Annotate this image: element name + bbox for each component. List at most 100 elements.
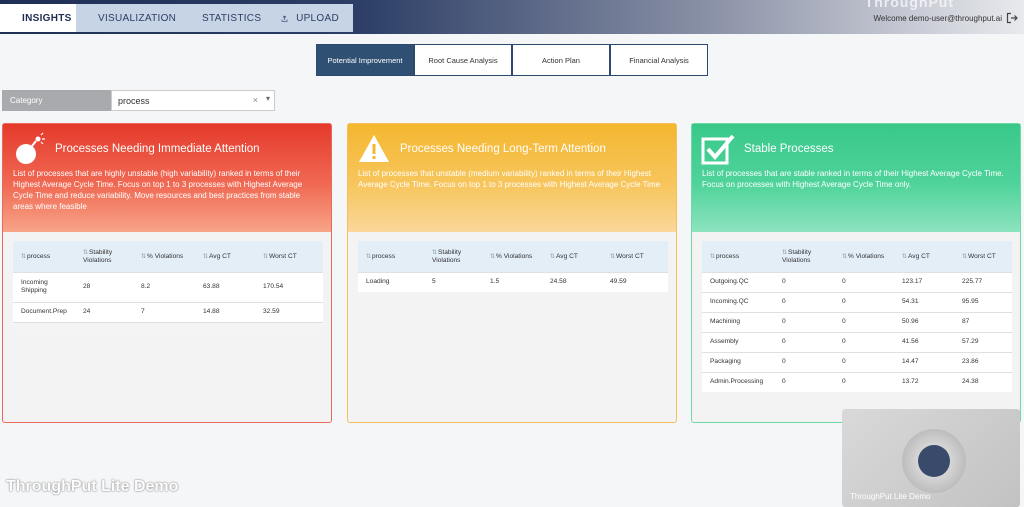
column-header[interactable]: ⇅% Violations <box>834 241 894 272</box>
video-overlay: ThroughPut Lite Demo <box>842 409 1020 507</box>
tab-label: INSIGHTS <box>22 12 72 24</box>
tab-upload[interactable]: UPLOAD <box>267 4 353 32</box>
stable-table: ⇅process ⇅Stability Violations ⇅% Violat… <box>702 241 1012 392</box>
cell-stability: 0 <box>774 311 834 332</box>
cell-avg-ct: 54.31 <box>894 291 954 312</box>
cell-pct: 0 <box>834 311 894 332</box>
cell-stability: 0 <box>774 351 834 372</box>
card-header: Processes Needing Immediate Attention Li… <box>3 124 331 232</box>
cell-stability: 0 <box>774 331 834 352</box>
card-title: Stable Processes <box>744 143 834 155</box>
cell-worst-ct: 225.77 <box>954 271 1012 292</box>
cell-worst-ct: 87 <box>954 311 1012 332</box>
cell-stability: 0 <box>774 371 834 392</box>
column-header[interactable]: ⇅Avg CT <box>195 241 255 272</box>
cell-worst-ct: 57.29 <box>954 331 1012 352</box>
card-stable-processes: Stable Processes List of processes that … <box>691 123 1021 423</box>
upload-icon <box>281 15 288 22</box>
subtab-financial-analysis[interactable]: Financial Analysis <box>610 44 708 76</box>
cell-pct: 0 <box>834 351 894 372</box>
cell-process: Machining <box>702 311 774 332</box>
cell-avg-ct: 14.47 <box>894 351 954 372</box>
checkbox-icon <box>701 134 735 165</box>
cell-pct: 8.2 <box>133 271 195 302</box>
column-header[interactable]: ⇅% Violations <box>133 241 195 272</box>
card-description: List of processes that unstable (medium … <box>358 169 661 189</box>
video-caption: ThroughPut Lite Demo <box>850 492 931 501</box>
demo-watermark: ThroughPut Lite Demo <box>6 478 179 495</box>
table-row[interactable]: Packaging 0 0 14.47 23.86 <box>702 351 1012 372</box>
tab-label: STATISTICS <box>202 12 262 24</box>
tab-statistics[interactable]: STATISTICS <box>180 4 267 32</box>
subtab-potential-improvement[interactable]: Potential Improvement <box>316 44 414 76</box>
tab-insights[interactable]: INSIGHTS <box>0 4 76 32</box>
category-value: process <box>118 95 150 106</box>
clear-icon[interactable]: × <box>253 95 258 105</box>
cell-pct: 0 <box>834 371 894 392</box>
cell-worst-ct: 170.54 <box>255 271 323 302</box>
brand-logo: ThroughPut <box>864 0 954 10</box>
cell-pct: 0 <box>834 331 894 352</box>
table-row[interactable]: Incoming Shipping 28 8.2 63.88 170.54 <box>13 271 323 302</box>
cell-process: Incoming Shipping <box>13 271 75 302</box>
tab-label: VISUALIZATION <box>98 12 177 24</box>
column-header[interactable]: ⇅Avg CT <box>894 241 954 272</box>
cell-process: Admin.Processing <box>702 371 774 392</box>
card-description: List of processes that are highly unstab… <box>13 169 303 211</box>
bomb-icon <box>16 132 45 164</box>
immediate-table: ⇅process ⇅Stability Violations ⇅% Violat… <box>13 241 323 334</box>
column-header[interactable]: ⇅Avg CT <box>542 241 602 272</box>
card-description: List of processes that are stable ranked… <box>702 169 1004 189</box>
tab-visualization[interactable]: VISUALIZATION <box>76 4 180 32</box>
logout-icon[interactable] <box>1006 12 1018 27</box>
card-header: Processes Needing Long-Term Attention Li… <box>348 124 676 232</box>
table-row[interactable]: Assembly 0 0 41.56 57.29 <box>702 331 1012 352</box>
column-header[interactable]: ⇅Stability Violations <box>424 241 482 272</box>
cell-worst-ct: 24.38 <box>954 371 1012 392</box>
longterm-table: ⇅process ⇅Stability Violations ⇅% Violat… <box>358 241 668 292</box>
cell-stability: 24 <box>75 301 133 322</box>
table-row[interactable]: Outgoing.QC 0 0 123.17 225.77 <box>702 271 1012 292</box>
column-header[interactable]: ⇅Stability Violations <box>774 241 834 272</box>
cell-pct: 0 <box>834 271 894 292</box>
cell-avg-ct: 41.56 <box>894 331 954 352</box>
cell-worst-ct: 23.86 <box>954 351 1012 372</box>
table-row[interactable]: Machining 0 0 50.96 87 <box>702 311 1012 332</box>
table-row[interactable]: Document.Prep 24 7 14.88 32.59 <box>13 301 323 322</box>
column-header[interactable]: ⇅Stability Violations <box>75 241 133 272</box>
warning-icon <box>359 135 389 162</box>
category-select[interactable]: process × ▾ <box>111 90 275 111</box>
logo-mark <box>918 445 950 477</box>
throughput-logo <box>902 429 966 493</box>
cell-stability: 0 <box>774 291 834 312</box>
cell-worst-ct: 95.95 <box>954 291 1012 312</box>
analysis-subtabs: Potential Improvement Root Cause Analysi… <box>316 44 708 76</box>
cell-stability: 5 <box>424 271 482 292</box>
column-header[interactable]: ⇅Worst CT <box>255 241 323 272</box>
column-header[interactable]: ⇅process <box>358 241 424 272</box>
cell-avg-ct: 24.58 <box>542 271 602 292</box>
subtab-action-plan[interactable]: Action Plan <box>512 44 610 76</box>
card-title: Processes Needing Immediate Attention <box>55 143 260 155</box>
table-row[interactable]: Loading 5 1.5 24.58 49.59 <box>358 271 668 292</box>
table-row[interactable]: Incoming.QC 0 0 54.31 95.95 <box>702 291 1012 312</box>
column-header[interactable]: ⇅process <box>702 241 774 272</box>
cell-worst-ct: 49.59 <box>602 271 668 292</box>
column-header[interactable]: ⇅Worst CT <box>954 241 1012 272</box>
subtab-root-cause-analysis[interactable]: Root Cause Analysis <box>414 44 512 76</box>
cell-process: Incoming.QC <box>702 291 774 312</box>
cell-avg-ct: 13.72 <box>894 371 954 392</box>
welcome-text: Welcome demo-user@throughput.ai <box>873 14 1002 23</box>
cell-pct: 0 <box>834 291 894 312</box>
card-title: Processes Needing Long-Term Attention <box>400 143 606 155</box>
chevron-down-icon[interactable]: ▾ <box>266 94 270 103</box>
tab-label: UPLOAD <box>296 12 339 24</box>
top-nav-bar: ThroughPut INSIGHTS VISUALIZATION STATIS… <box>0 0 1024 34</box>
column-header[interactable]: ⇅Worst CT <box>602 241 668 272</box>
category-label: Category <box>2 90 112 111</box>
column-header[interactable]: ⇅% Violations <box>482 241 542 272</box>
table-row[interactable]: Admin.Processing 0 0 13.72 24.38 <box>702 371 1012 392</box>
column-header[interactable]: ⇅process <box>13 241 75 272</box>
card-header: Stable Processes List of processes that … <box>692 124 1020 232</box>
cell-stability: 0 <box>774 271 834 292</box>
